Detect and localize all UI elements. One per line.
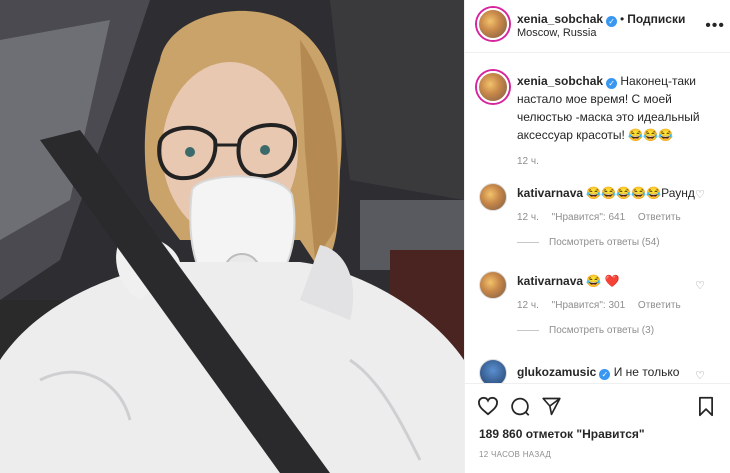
comment-like-heart-icon[interactable]: ♡ <box>695 279 705 292</box>
share-icon[interactable] <box>541 396 562 416</box>
replies-divider <box>517 329 539 331</box>
view-replies-label: Посмотреть ответы (3) <box>549 325 655 336</box>
post-photo[interactable] <box>0 0 464 473</box>
caption-body: xenia_sobchak ✓ Наконец-таки настало мое … <box>517 72 717 144</box>
verified-badge-icon: ✓ <box>599 369 611 380</box>
comment-meta: 12 ч. "Нравится": 301 Ответить <box>517 300 697 311</box>
separator-dot: • <box>620 12 625 26</box>
author-line: xenia_sobchak ✓ • Подписки <box>517 10 685 28</box>
comment-item: kativarnava 😂 ❤️ 12 ч. "Нравится": 301 О… <box>517 272 697 336</box>
comment-text: 😂 ❤️ <box>586 274 620 288</box>
post-photo-image <box>0 0 464 473</box>
caption-username[interactable]: xenia_sobchak <box>517 74 603 88</box>
caption-avatar[interactable] <box>477 71 509 103</box>
post-location[interactable]: Moscow, Russia <box>517 27 596 39</box>
comment-body: kativarnava 😂 ❤️ <box>517 272 697 290</box>
view-replies-label: Посмотреть ответы (54) <box>549 237 660 248</box>
comment-avatar[interactable] <box>479 271 507 299</box>
comment-avatar[interactable] <box>479 183 507 211</box>
post-timestamp[interactable]: 12 ЧАСОВ НАЗАД <box>479 450 551 459</box>
heart-icon[interactable] <box>477 396 499 416</box>
comment-item: glukozamusic ✓ И не только <box>517 363 697 381</box>
view-replies-button[interactable]: Посмотреть ответы (3) <box>517 325 697 336</box>
comment-time: 12 ч. <box>517 212 539 223</box>
comment-body: kativarnava 😂😂😂😂😂Раунд <box>517 184 697 202</box>
comment-username[interactable]: glukozamusic <box>517 365 596 379</box>
author-avatar[interactable] <box>477 8 509 40</box>
comment-likes[interactable]: "Нравится": 301 <box>552 300 625 311</box>
comment-avatar[interactable] <box>479 359 507 383</box>
author-username[interactable]: xenia_sobchak <box>517 12 603 26</box>
comment-likes[interactable]: "Нравится": 641 <box>552 212 625 223</box>
bookmark-icon[interactable] <box>697 396 715 417</box>
comment-body: glukozamusic ✓ И не только <box>517 363 697 381</box>
reply-button[interactable]: Ответить <box>638 300 681 311</box>
following-button[interactable]: Подписки <box>627 12 685 26</box>
comment-username[interactable]: kativarnava <box>517 186 583 200</box>
view-replies-button[interactable]: Посмотреть ответы (54) <box>517 237 697 248</box>
comment-item: kativarnava 😂😂😂😂😂Раунд 12 ч. "Нравится":… <box>517 184 697 248</box>
comment-like-heart-icon[interactable]: ♡ <box>695 188 705 201</box>
post-header: xenia_sobchak ✓ • Подписки Moscow, Russia •… <box>465 0 730 53</box>
post-side-panel: xenia_sobchak ✓ • Подписки Moscow, Russia •… <box>464 0 730 473</box>
comment-time: 12 ч. <box>517 300 539 311</box>
caption: xenia_sobchak ✓ Наконец-таки настало мое … <box>517 72 717 167</box>
more-icon[interactable]: ••• <box>705 17 725 35</box>
comment-text: И не только <box>613 365 680 379</box>
comment-text: 😂😂😂😂😂Раунд <box>586 186 695 200</box>
likes-count[interactable]: 189 860 отметок "Нравится" <box>479 427 645 441</box>
caption-time: 12 ч. <box>517 156 539 167</box>
post-actions: 189 860 отметок "Нравится" 12 ЧАСОВ НАЗА… <box>465 383 730 473</box>
reply-button[interactable]: Ответить <box>638 212 681 223</box>
comment-icon[interactable] <box>509 396 531 417</box>
comment-like-heart-icon[interactable]: ♡ <box>695 369 705 382</box>
verified-badge-icon: ✓ <box>606 16 618 27</box>
replies-divider <box>517 241 539 243</box>
comment-meta: 12 ч. "Нравится": 641 Ответить <box>517 212 697 223</box>
verified-badge-icon: ✓ <box>606 78 618 89</box>
comment-username[interactable]: kativarnava <box>517 274 583 288</box>
comments-section[interactable]: xenia_sobchak ✓ Наконец-таки настало мое … <box>465 53 730 383</box>
